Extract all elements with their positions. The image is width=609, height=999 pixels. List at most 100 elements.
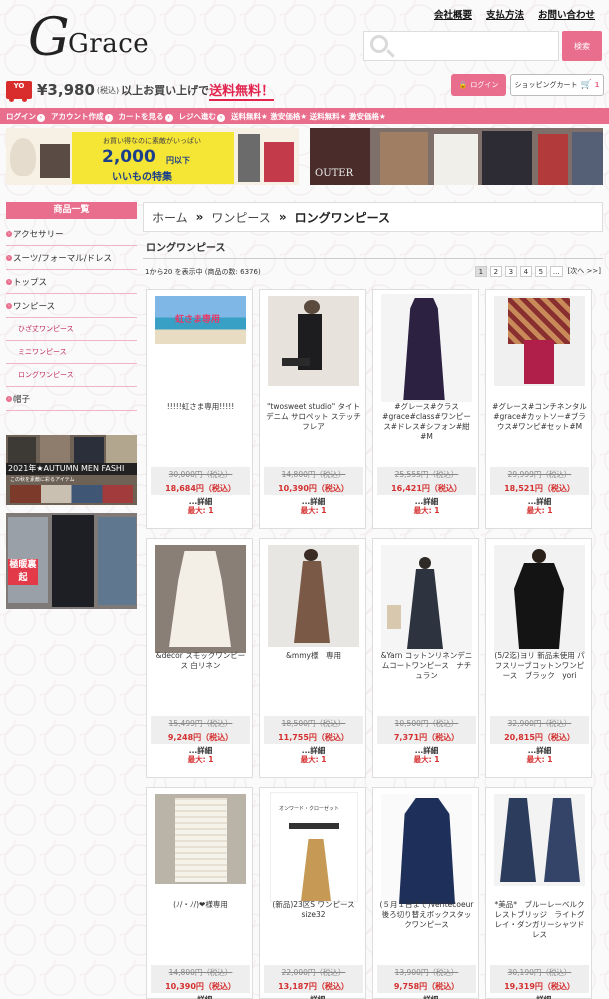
company-link[interactable]: 会社概要 [434,7,472,21]
product-name[interactable]: (新品)23区S ワンピース size32 [266,900,361,952]
original-price: 30,190円（税込） [507,968,572,977]
product-name[interactable]: *美品* ブルーレーベルクレストブリッジ ライトグレイ・ダンガリーシャツドレス [492,900,587,952]
product-image[interactable] [381,294,472,402]
arrow-icon: › [104,113,113,122]
product-image[interactable] [268,545,359,647]
product-card[interactable]: (ﾉ/・ﾉ/)❤様専用 14,800円（税込） 10,390円（税込） ...詳細 [146,787,253,999]
max-quantity: 最大: 1 [187,506,214,515]
login-button[interactable]: 🔒 ログイン [451,74,506,96]
product-image[interactable] [155,794,246,884]
max-quantity: 最大: 1 [300,506,327,515]
photo-caption: 虹さま専用 [175,315,221,325]
product-card[interactable]: オンワード・クローゼット (新品)23区S ワンピース size32 22,00… [259,787,366,999]
product-name[interactable]: &decor スモックワンピース 白リネン [153,651,248,703]
max-quantity: 最大: 1 [187,755,214,764]
page-2[interactable]: 2 [489,266,502,277]
product-image[interactable] [155,545,246,653]
page-3[interactable]: 3 [504,266,517,277]
product-image[interactable] [494,794,585,886]
sidebar-item-suits[interactable]: スーツ/フォーマル/ドレス [6,246,137,270]
nav-checkout[interactable]: レジへ進む › [179,111,225,122]
max-quantity: 最大: 1 [413,506,440,515]
detail-link[interactable]: ...詳細 [373,994,480,999]
nav-view-cart[interactable]: カートを見る › [119,111,173,122]
outer-banner[interactable]: OUTER [310,128,603,185]
nav-marquee: 送料無料★ 激安価格★ 送料無料★ 激安価格★ [231,111,386,121]
product-card[interactable]: &decor スモックワンピース 白リネン 15,499円（税込） 9,248円（… [146,538,253,778]
payment-link[interactable]: 支払方法 [486,7,524,21]
product-image[interactable] [494,545,585,653]
product-name[interactable]: !!!!!虹さま専用!!!!! [153,402,248,454]
search-input[interactable] [363,31,559,61]
product-card[interactable]: *美品* ブルーレーベルクレストブリッジ ライトグレイ・ダンガリーシャツドレス … [485,787,592,999]
detail-link[interactable]: ...詳細 [260,994,367,999]
page-5[interactable]: 5 [534,266,547,277]
search-button[interactable]: 検索 [562,31,602,61]
product-name[interactable]: #グレース#クラス#grace#class#ワンピース#ドレス#シフォン#紺#M [379,402,474,454]
product-card[interactable]: &mmy様 専用 18,500円（税込） 11,755円（税込） ...詳細 最大… [259,538,366,778]
sidebar-heading: 商品一覧 [6,202,137,219]
nav-create-account[interactable]: アカウント作成 › [51,111,113,122]
detail-link[interactable]: ...詳細 [486,994,593,999]
autumn-men-ad[interactable]: 2021年★AUTUMN MEN FASHI この秋を素敵に彩るアイテム [6,435,137,505]
under-2000-banner[interactable]: お買い得なのに素敵がいっぱい 2,000 円以下 いいもの特集 [6,128,299,185]
product-name[interactable]: #グレース#コンチネンタル#grace#カットソー#ブラウス#ワンピ#セット#M [492,402,587,454]
breadcrumb-separator: » [278,210,287,224]
sale-price: 20,815円（税込） [504,733,575,742]
breadcrumb-home[interactable]: ホーム [152,209,188,226]
sidebar-item-tops[interactable]: トップス [6,270,137,294]
sale-price: 9,248円（税込） [167,733,234,742]
product-card[interactable]: "twosweet studio" タイトデニム サロペット ステッチフレア 1… [259,289,366,529]
product-name[interactable]: (5/2迄)ヨリ 新品未使用 パフスリーブコットンワンピース ブラック yori [492,651,587,703]
cart-icon: 🛒 [580,80,592,90]
grace-logo[interactable]: G Grace [28,10,168,70]
product-card[interactable]: (5/2迄)ヨリ 新品未使用 パフスリーブコットンワンピース ブラック yori… [485,538,592,778]
original-price: 14,800円（税込） [281,470,346,479]
sidebar-sub-long[interactable]: ロングワンピース [6,364,137,387]
original-price: 30,000円（税込） [168,470,233,479]
product-name[interactable]: (ﾉ/・ﾉ/)❤様専用 [153,900,248,952]
original-price: 18,500円（税込） [281,719,346,728]
product-card[interactable]: #グレース#コンチネンタル#grace#カットソー#ブラウス#ワンピ#セット#M… [485,289,592,529]
product-image[interactable]: 虹さま専用 [155,296,246,344]
contact-link[interactable]: お問い合わせ [538,7,595,21]
product-image[interactable] [268,296,359,386]
original-price: 22,000円（税込） [281,968,346,977]
sidebar-sub-mini[interactable]: ミニワンピース [6,341,137,364]
nav-login[interactable]: ログイン › [6,111,45,122]
next-page-link[interactable]: [次へ >>] [566,266,603,277]
price-box: 29,999円（税込） 18,521円（税込） [490,467,589,495]
page-1[interactable]: 1 [474,266,487,277]
product-name[interactable]: "twosweet studio" タイトデニム サロペット ステッチフレア [266,402,361,454]
cart-button[interactable]: ショッピングカート 🛒 1 [510,74,604,96]
page-ellipsis: ... [549,266,563,277]
product-card[interactable]: 虹さま専用 !!!!!虹さま専用!!!!! 30,000円（税込） 18,684円… [146,289,253,529]
price-box: 10,500円（税込） 7,371円（税込） [377,716,476,744]
sidebar-sub-knee[interactable]: ひざ丈ワンピース [6,318,137,341]
sidebar-item-hats[interactable]: 帽子 [6,387,137,411]
product-image[interactable] [381,794,472,906]
product-image[interactable] [494,296,585,386]
sale-price: 10,390円（税込） [165,982,236,991]
sidebar-item-accessories[interactable]: アクセサリー [6,222,137,246]
breadcrumb-onepiece[interactable]: ワンピース [211,209,270,226]
original-price: 15,499円（税込） [168,719,233,728]
product-image[interactable] [381,545,472,653]
truck-icon: YO [6,81,32,102]
original-price: 13,900円（税込） [394,968,459,977]
product-name[interactable]: (５月１日まで)Veritecoeur 後ろ切り替えボックスタックワンピース [379,900,474,952]
price-box: 32,900円（税込） 20,815円（税込） [490,716,589,744]
product-card[interactable]: #グレース#クラス#grace#class#ワンピース#ドレス#シフォン#紺#M… [372,289,479,529]
original-price: 29,999円（税込） [507,470,572,479]
product-card[interactable]: &Yarn コットンリネンデニムコートワンピース ナチュラン 10,500円（税… [372,538,479,778]
page-4[interactable]: 4 [519,266,532,277]
product-name[interactable]: &Yarn コットンリネンデニムコートワンピース ナチュラン [379,651,474,703]
price-box: 15,499円（税込） 9,248円（税込） [151,716,250,744]
detail-link[interactable]: ...詳細 [147,994,254,999]
ad1-title: 2021年★AUTUMN MEN FASHI [6,463,137,475]
warm-wear-ad[interactable]: 極暖裏起 [6,513,137,609]
product-name[interactable]: &mmy様 専用 [266,651,361,703]
product-card[interactable]: (５月１日まで)Veritecoeur 後ろ切り替えボックスタックワンピース 1… [372,787,479,999]
product-image[interactable]: オンワード・クローゼット [270,792,358,902]
sidebar-item-onepiece[interactable]: ワンピース [6,294,137,318]
